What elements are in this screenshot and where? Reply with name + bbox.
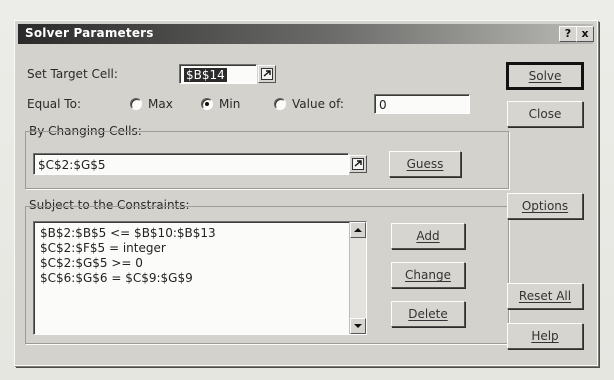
reset-all-button[interactable]: Reset All: [507, 283, 583, 309]
scroll-down-button[interactable]: [350, 318, 366, 334]
constraint-item[interactable]: $C$2:$F$5 = integer: [40, 241, 360, 256]
min-radio-label: Min: [219, 97, 241, 111]
changing-cells-field[interactable]: $C$2:$G$5: [33, 153, 349, 175]
collapse-dialog-icon: [352, 158, 364, 170]
help-button[interactable]: Help: [507, 323, 583, 349]
equal-to-label: Equal To:: [27, 97, 81, 111]
max-radio-label: Max: [148, 97, 173, 111]
value-of-input[interactable]: 0: [374, 94, 470, 114]
min-radio[interactable]: [201, 98, 213, 110]
arrow-down-icon: [354, 324, 362, 328]
help-title-button[interactable]: ?: [559, 26, 577, 42]
set-target-cell-label: Set Target Cell:: [27, 67, 118, 81]
constraints-list[interactable]: $B$2:$B$5 <= $B$10:$B$13 $C$2:$F$5 = int…: [33, 221, 367, 335]
collapse-dialog-icon: [261, 68, 273, 80]
arrow-up-icon: [354, 228, 362, 232]
max-radio[interactable]: [130, 98, 142, 110]
constraints-scrollbar[interactable]: [349, 222, 366, 334]
target-cell-field[interactable]: $B$14: [179, 64, 257, 84]
close-button[interactable]: Close: [507, 101, 583, 127]
guess-button[interactable]: Guess: [389, 151, 461, 177]
solve-button[interactable]: Solve: [506, 62, 584, 90]
constraint-item[interactable]: $C$6:$G$6 = $C$9:$G$9: [40, 271, 360, 286]
scroll-up-button[interactable]: [350, 222, 366, 238]
constraint-item[interactable]: $C$2:$G$5 >= 0: [40, 256, 360, 271]
value-of-radio[interactable]: [274, 98, 286, 110]
target-cell-value: $B$14: [184, 68, 227, 82]
radio-selected-dot: [205, 102, 209, 106]
value-of-radio-label: Value of:: [292, 97, 344, 111]
constraint-item[interactable]: $B$2:$B$5 <= $B$10:$B$13: [40, 226, 360, 241]
options-button[interactable]: Options: [507, 193, 583, 219]
page-background: Solver Parameters ? x Set Target Cell: $…: [0, 0, 614, 380]
title-bar: Solver Parameters ? x: [18, 24, 594, 44]
change-button[interactable]: Change: [391, 262, 465, 288]
dialog-title: Solver Parameters: [25, 26, 154, 40]
changing-collapse-button[interactable]: [349, 155, 367, 173]
add-button[interactable]: Add: [391, 223, 465, 249]
delete-button[interactable]: Delete: [391, 301, 465, 327]
close-title-button[interactable]: x: [576, 26, 594, 42]
solver-dialog: Solver Parameters ? x Set Target Cell: $…: [14, 20, 598, 366]
target-collapse-button[interactable]: [258, 65, 276, 83]
